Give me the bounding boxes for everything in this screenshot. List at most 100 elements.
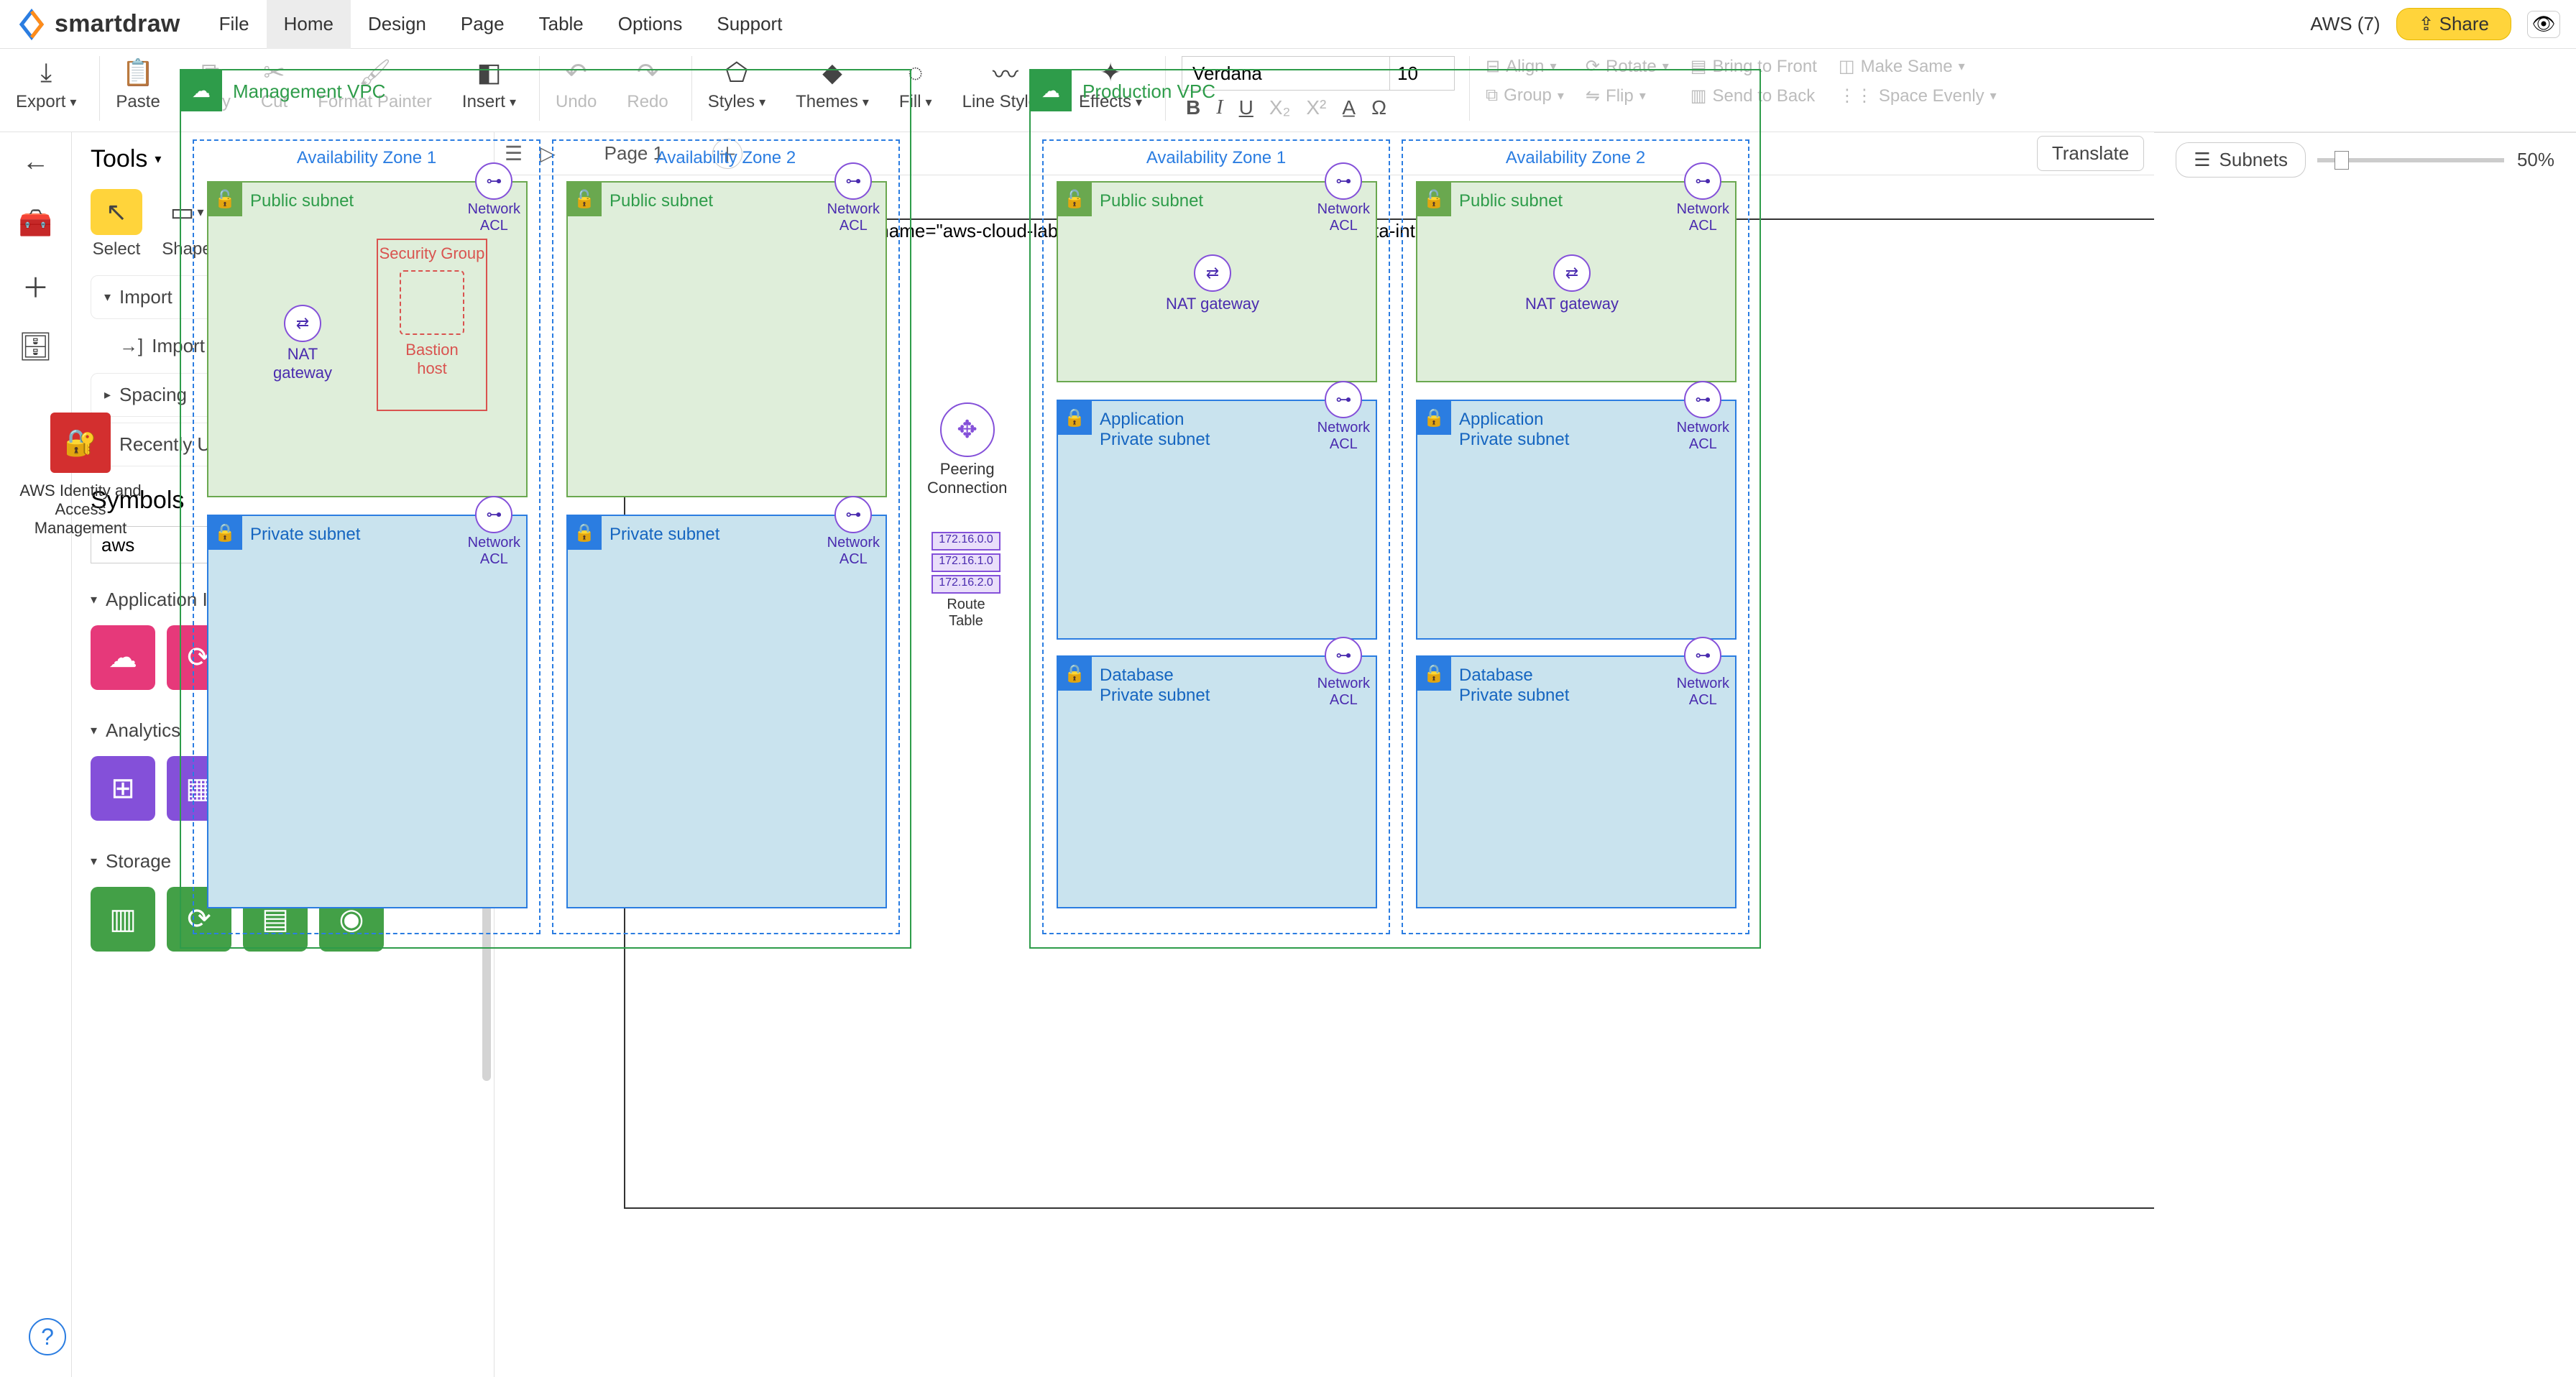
symbol-item[interactable]: ⊞ (91, 756, 155, 821)
spacing-label: Spacing (119, 384, 187, 406)
share-button[interactable]: ⇪ Share (2396, 8, 2511, 40)
nacl-l2: ACL (827, 218, 880, 234)
nat-gateway[interactable]: ⇄NAT gateway (1166, 254, 1259, 313)
menu-file[interactable]: File (202, 0, 267, 49)
chevron-right-icon: ▸ (104, 387, 111, 402)
nacl-l1: Network (1317, 420, 1370, 436)
nacl-l2: ACL (1677, 692, 1729, 709)
menu-home[interactable]: Home (267, 0, 351, 49)
menu-options[interactable]: Options (601, 0, 700, 49)
nacl-l1: Network (1317, 201, 1370, 218)
prod-az2-app-subnet[interactable]: 🔒 ApplicationPrivate subnet ⊶NetworkACL (1416, 400, 1736, 640)
management-vpc[interactable]: ☁ Management VPC Availability Zone 1 🔓 P… (494, 175, 911, 949)
layers-pill[interactable]: ☰ Subnets (2176, 142, 2306, 178)
nacl-block[interactable]: ⊶NetworkACL (1677, 381, 1729, 453)
zoom-thumb[interactable] (2334, 151, 2349, 170)
nacl-icon: ⊶ (1325, 175, 1362, 200)
app-subnet-label: ApplicationPrivate subnet (1459, 410, 1569, 450)
nacl-l2: ACL (1317, 436, 1370, 453)
rail-back-button[interactable]: ← (19, 145, 52, 178)
share-label: Share (2439, 13, 2489, 34)
top-right-controls: AWS (7) ⇪ Share 👁 (2310, 8, 2560, 40)
tool-select[interactable]: ↖ Select (91, 189, 142, 259)
rt-row: 172.16.0.0 (932, 532, 1000, 551)
mgmt-az2[interactable]: Availability Zone 2 🔓 Public subnet ⊶Net… (552, 175, 900, 934)
nacl-icon: ⊶ (834, 175, 872, 200)
nacl-block[interactable]: ⊶NetworkACL (1677, 175, 1729, 234)
import-aws-icon: →] (119, 335, 143, 357)
lock-icon: 🔒 (1057, 400, 1092, 435)
nacl-icon: ⊶ (494, 175, 512, 200)
nacl-block[interactable]: ⊶NetworkACL (1317, 175, 1370, 234)
peering-icon: ✥ (940, 402, 995, 457)
nacl-block[interactable]: ⊶NetworkACL (1317, 637, 1370, 709)
nacl-icon: ⊶ (1325, 381, 1362, 418)
layers-icon: ☰ (2194, 149, 2210, 171)
production-vpc[interactable]: ☁ Production VPC Availability Zone 1 🔓 P… (1029, 175, 1761, 949)
mgmt-az1-public-subnet[interactable]: 🔓 Public subnet ⊶NetworkACL ⇄NATgateway … (494, 181, 528, 497)
nat-gateway[interactable]: ⇄NAT gateway (1525, 254, 1619, 313)
menu-support[interactable]: Support (699, 0, 799, 49)
line-style-icon: 〰 (993, 56, 1018, 89)
space-evenly-button[interactable]: ⋮⋮Space Evenly▾ (1839, 86, 1997, 106)
nacl-block[interactable]: ⊶NetworkACL (1677, 637, 1729, 709)
chevron-down-icon: ▾ (91, 854, 97, 869)
prod-az2-public-subnet[interactable]: 🔓 Public subnet ⊶NetworkACL ⇄NAT gateway (1416, 181, 1736, 382)
rail-toolbox-button[interactable]: 🧰 (19, 207, 52, 240)
rt-label: Route Table (932, 597, 1000, 630)
route-table[interactable]: 172.16.0.0 172.16.1.0 172.16.2.0 Route T… (932, 532, 1000, 630)
nacl-l2: ACL (494, 218, 520, 234)
prod-az1[interactable]: Availability Zone 1 🔓 Public subnet ⊶Net… (1042, 175, 1390, 934)
symbol-item[interactable]: ▥ (91, 887, 155, 952)
mgmt-az1-private-subnet[interactable]: 🔒 Private subnet ⊶NetworkACL (494, 515, 528, 908)
paste-label: Paste (116, 92, 160, 112)
nacl-block[interactable]: ⊶NetworkACL (494, 175, 520, 234)
export-button[interactable]: ⤓Export▾ (16, 56, 76, 112)
document-name[interactable]: AWS (7) (2310, 13, 2380, 35)
help-button[interactable]: ? (29, 1318, 66, 1355)
tools-title-text: Tools (91, 145, 147, 173)
space-evenly-icon: ⋮⋮ (1839, 86, 1873, 106)
mgmt-az2-public-subnet[interactable]: 🔓 Public subnet ⊶NetworkACL (566, 181, 887, 497)
symbol-item[interactable]: ☁ (91, 625, 155, 690)
make-same-icon: ◫ (1839, 56, 1855, 77)
lock-icon: 🔓 (1057, 182, 1092, 216)
paste-button[interactable]: 📋Paste (116, 56, 160, 112)
chevron-down-icon[interactable]: ▾ (155, 152, 161, 167)
line-style-label: Line Style (962, 92, 1038, 112)
nacl-block[interactable]: ⊶ NetworkACL (1317, 381, 1370, 453)
prod-az2[interactable]: Availability Zone 2 🔓 Public subnet ⊶Net… (1402, 175, 1749, 934)
mgmt-az2-private-subnet[interactable]: 🔒 Private subnet ⊶NetworkACL (566, 515, 887, 908)
private-subnet-label: Private subnet (610, 525, 719, 545)
mgmt-az1[interactable]: Availability Zone 1 🔓 Public subnet ⊶Net… (494, 175, 540, 934)
nacl-l1: Network (1677, 676, 1729, 692)
menu-page[interactable]: Page (443, 0, 522, 49)
nat-icon: ⇄ (1553, 254, 1591, 292)
menu-table[interactable]: Table (522, 0, 601, 49)
prod-az2-db-subnet[interactable]: 🔒 DatabasePrivate subnet ⊶NetworkACL (1416, 655, 1736, 908)
main-menu: File Home Design Page Table Options Supp… (202, 0, 800, 49)
rail-add-button[interactable]: ＋ (19, 269, 52, 302)
zoom-control: 50% (2317, 149, 2554, 171)
prod-az1-db-subnet[interactable]: 🔒 DatabasePrivate subnet ⊶NetworkACL (1057, 655, 1377, 908)
zoom-slider[interactable] (2317, 158, 2504, 162)
top-menu-bar: smartdraw File Home Design Page Table Op… (0, 0, 2576, 49)
tool-select-label: Select (93, 239, 141, 259)
lock-icon: 🔒 (567, 515, 602, 550)
nacl-block[interactable]: ⊶NetworkACL (827, 496, 880, 568)
preview-button[interactable]: 👁 (2527, 11, 2560, 38)
prod-az1-public-subnet[interactable]: 🔓 Public subnet ⊶NetworkACL ⇄NAT gateway (1057, 181, 1377, 382)
zoom-value[interactable]: 50% (2517, 149, 2554, 171)
prod-az1-app-subnet[interactable]: 🔒 ApplicationPrivate subnet ⊶NetworkACL (1057, 400, 1377, 640)
cursor-icon: ↖ (91, 189, 142, 235)
lock-icon: 🔓 (1417, 182, 1451, 216)
menu-design[interactable]: Design (351, 0, 443, 49)
peering-connection[interactable]: ✥PeeringConnection (927, 402, 1007, 497)
translate-button[interactable]: Translate (2037, 136, 2144, 171)
drawing-canvas[interactable]: < Div class="cloud-label" data-name="aws… (494, 175, 2154, 1377)
make-same-button[interactable]: ◫Make Same▾ (1839, 56, 1997, 77)
subnets-label: Subnets (2220, 149, 2288, 171)
nacl-block[interactable]: ⊶NetworkACL (494, 496, 520, 568)
rail-data-button[interactable]: 🗄 (19, 331, 52, 364)
nacl-block[interactable]: ⊶NetworkACL (827, 175, 880, 234)
